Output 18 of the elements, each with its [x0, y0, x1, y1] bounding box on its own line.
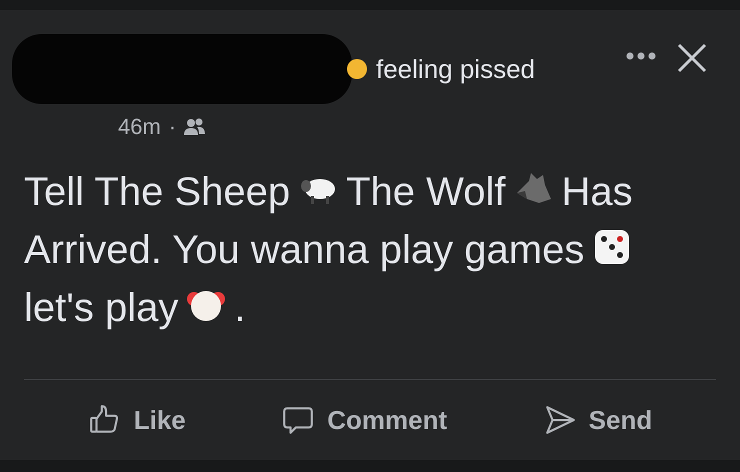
- separator-dot: ·: [168, 113, 176, 141]
- close-button[interactable]: [676, 42, 708, 74]
- close-icon: [676, 42, 708, 74]
- friends-icon: [184, 118, 206, 136]
- action-button[interactable]: Send: [542, 400, 652, 440]
- post-text: .: [234, 285, 246, 332]
- post-text: Arrived. You wanna play games: [24, 227, 584, 274]
- post-text: let's play: [24, 285, 178, 332]
- post-text: The Wolf: [346, 169, 506, 216]
- post-text: Has: [561, 169, 633, 216]
- post-text: Tell The Sheep: [24, 169, 290, 216]
- action-button[interactable]: Comment: [281, 400, 448, 440]
- post-time: 46m: [118, 113, 161, 141]
- more-button[interactable]: [626, 52, 656, 60]
- more-icon: [626, 52, 656, 60]
- action-button[interactable]: Like: [88, 400, 186, 440]
- feeling-text: feeling pissed: [376, 52, 535, 86]
- emoji-icon: [346, 58, 368, 80]
